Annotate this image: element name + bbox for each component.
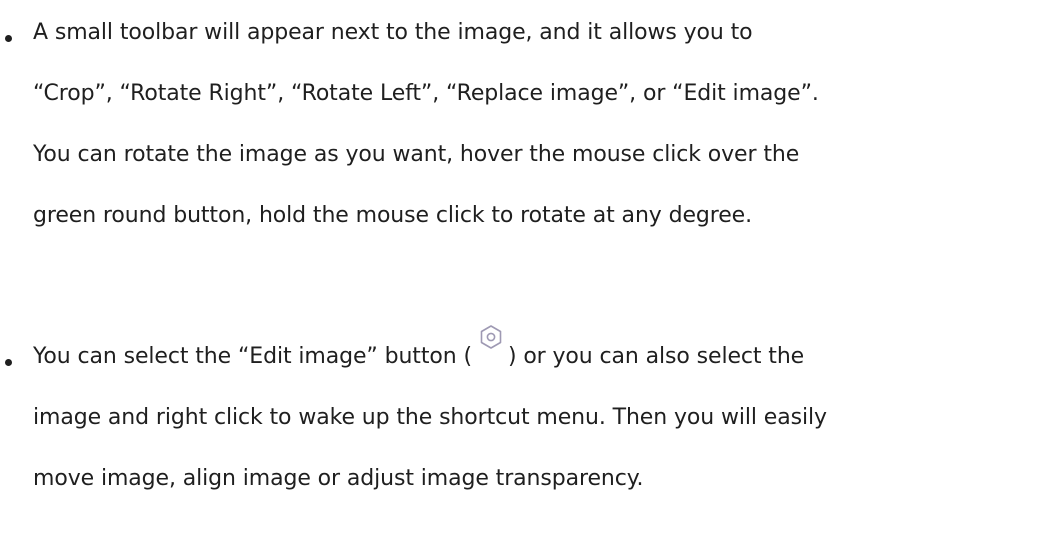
bullet-marker-1 bbox=[5, 35, 12, 42]
bullet-1-line-1: A small toolbar will appear next to the … bbox=[33, 20, 753, 45]
bullet-2-text-before-icon: You can select the “Edit image” button ( bbox=[33, 344, 472, 369]
bullet-1-line-4: green round button, hold the mouse click… bbox=[33, 203, 752, 228]
bullet-1-line-3: You can rotate the image as you want, ho… bbox=[33, 142, 800, 167]
bullet-2-text-after-icon: ) or you can also select the bbox=[507, 344, 805, 369]
bullet-list: A small toolbar will appear next to the … bbox=[0, 0, 1064, 542]
bullet-2-line-3: move image, align image or adjust image … bbox=[33, 466, 644, 491]
bullet-marker-2 bbox=[5, 359, 12, 366]
edit-image-hexagon-icon bbox=[472, 325, 508, 372]
bullet-2-line-2: image and right click to wake up the sho… bbox=[33, 405, 827, 430]
bullet-2-line-1: You can select the “Edit image” button (… bbox=[33, 325, 805, 372]
bullet-1-line-2: “Crop”, “Rotate Right”, “Rotate Left”, “… bbox=[33, 81, 819, 106]
